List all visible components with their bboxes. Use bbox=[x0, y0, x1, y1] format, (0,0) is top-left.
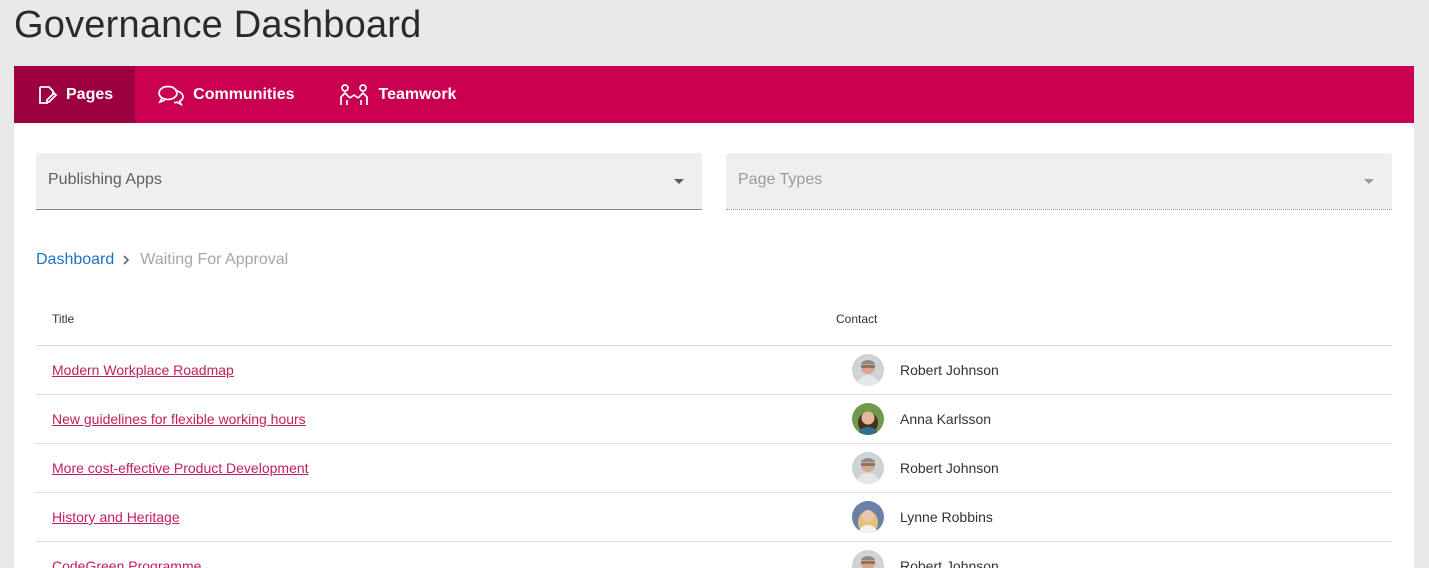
breadcrumb: Dashboard Waiting For Approval bbox=[36, 251, 288, 269]
page-title-link[interactable]: CodeGreen Programme bbox=[52, 558, 201, 568]
column-header-title: Title bbox=[52, 312, 75, 326]
chat-bubbles-icon bbox=[157, 84, 185, 106]
column-header-contact: Contact bbox=[836, 312, 878, 326]
tab-bar: Pages Communities Teamwork bbox=[14, 66, 1414, 123]
tab-pages[interactable]: Pages bbox=[14, 66, 136, 123]
tab-teamwork[interactable]: Teamwork bbox=[316, 66, 478, 123]
avatar bbox=[852, 403, 884, 435]
page-title-link[interactable]: New guidelines for flexible working hour… bbox=[52, 411, 306, 427]
tab-teamwork-label: Teamwork bbox=[378, 85, 457, 103]
tab-communities-label: Communities bbox=[193, 85, 295, 103]
dropdown-arrow-icon bbox=[674, 179, 684, 184]
table-header: Title Contact bbox=[36, 293, 1392, 346]
avatar bbox=[852, 452, 884, 484]
chevron-right-icon bbox=[122, 254, 130, 266]
contact-name: Robert Johnson bbox=[900, 460, 999, 476]
page-title-link[interactable]: Modern Workplace Roadmap bbox=[52, 362, 234, 378]
breadcrumb-dashboard-link[interactable]: Dashboard bbox=[36, 251, 114, 269]
table-row: CodeGreen Programme Robert Johnson bbox=[36, 542, 1392, 568]
publishing-apps-label: Publishing Apps bbox=[48, 171, 162, 188]
dropdown-arrow-icon bbox=[1364, 179, 1374, 184]
avatar bbox=[852, 501, 884, 533]
table-row: Modern Workplace Roadmap Robert Johnson bbox=[36, 346, 1392, 395]
contact-name: Lynne Robbins bbox=[900, 509, 993, 525]
contact-name: Anna Karlsson bbox=[900, 411, 992, 427]
breadcrumb-current: Waiting For Approval bbox=[140, 251, 289, 268]
page-title: Governance Dashboard bbox=[14, 4, 422, 46]
tab-communities[interactable]: Communities bbox=[135, 66, 316, 123]
avatar bbox=[852, 354, 884, 386]
page-types-select[interactable]: Page Types bbox=[726, 153, 1392, 210]
table-row: History and Heritage Lynne Robbins bbox=[36, 493, 1392, 542]
contact-name: Robert Johnson bbox=[900, 558, 999, 568]
approval-table: Title Contact Modern Workplace Roadmap R… bbox=[36, 293, 1392, 568]
avatar bbox=[852, 550, 884, 568]
publishing-apps-select[interactable]: Publishing Apps bbox=[36, 153, 702, 210]
page-title-link[interactable]: History and Heritage bbox=[52, 509, 180, 525]
table-row: New guidelines for flexible working hour… bbox=[36, 395, 1392, 444]
page-edit-icon bbox=[36, 84, 58, 106]
table-row: More cost-effective Product Development … bbox=[36, 444, 1392, 493]
content-card: Publishing Apps Page Types Dashboard Wai… bbox=[14, 123, 1414, 568]
page-title-link[interactable]: More cost-effective Product Development bbox=[52, 460, 309, 476]
page-types-label: Page Types bbox=[738, 171, 823, 188]
tab-pages-label: Pages bbox=[66, 85, 114, 103]
contact-name: Robert Johnson bbox=[900, 362, 999, 378]
team-people-icon bbox=[338, 83, 370, 107]
